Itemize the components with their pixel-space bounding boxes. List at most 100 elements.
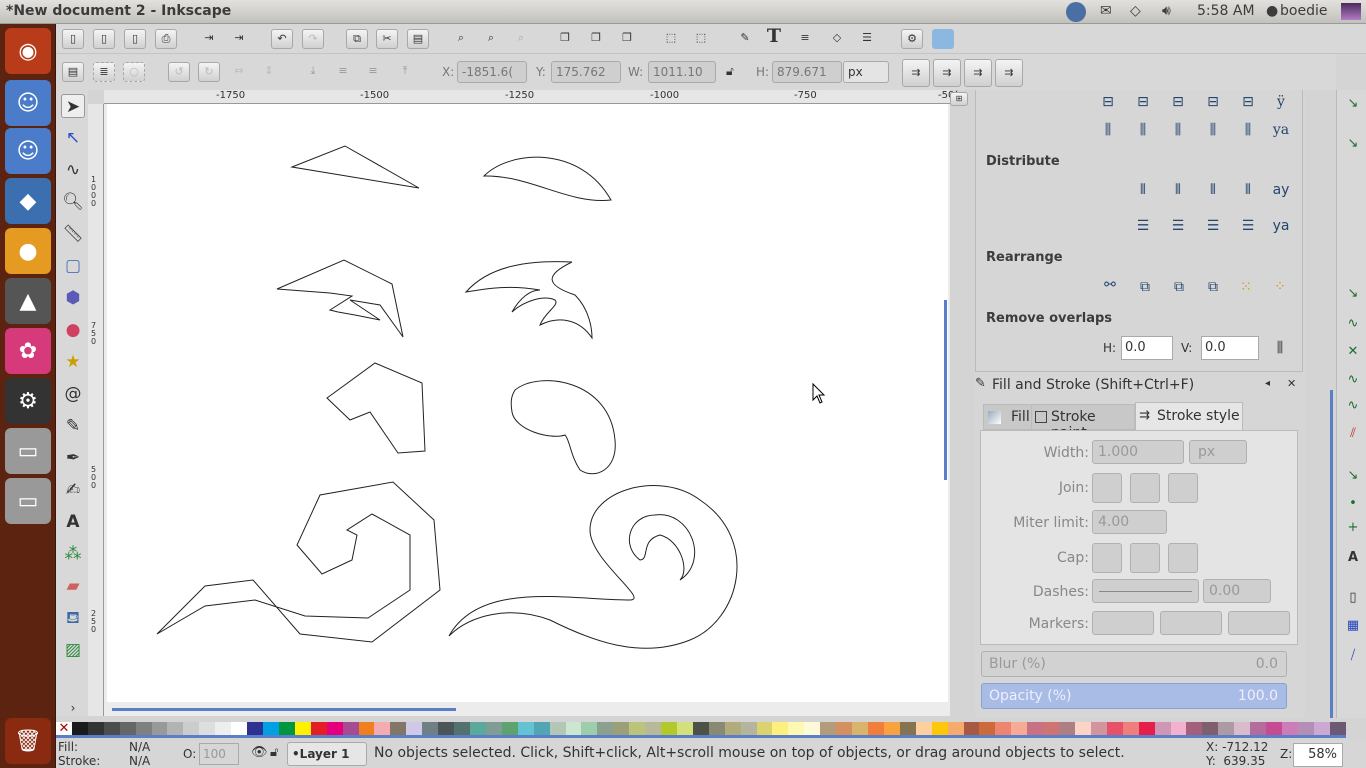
zoom-field[interactable]: 58% xyxy=(1293,743,1343,767)
dash-offset-field[interactable]: 0.00 xyxy=(1203,579,1271,603)
snap-paths-icon[interactable]: ∿ xyxy=(1343,316,1363,336)
color-swatch[interactable] xyxy=(740,722,757,735)
x-field[interactable]: -1851.6( xyxy=(457,61,527,83)
color-swatch[interactable] xyxy=(326,722,343,735)
scale-corners-icon[interactable]: ⇉ xyxy=(933,59,961,87)
color-swatch[interactable] xyxy=(390,722,407,735)
color-swatch[interactable] xyxy=(549,722,566,735)
color-swatch[interactable] xyxy=(883,722,900,735)
spiral-tool-icon[interactable]: @ xyxy=(61,382,85,406)
align-distribute-icon[interactable]: ☰ xyxy=(856,29,878,49)
text-tool-icon[interactable]: A xyxy=(61,510,85,534)
copy-icon[interactable]: ⧉ xyxy=(346,29,368,49)
color-swatch[interactable] xyxy=(119,722,136,735)
fill-value[interactable]: N/A xyxy=(129,740,150,754)
deselect-icon[interactable]: ○ xyxy=(123,62,145,82)
color-swatch[interactable] xyxy=(533,722,550,735)
color-swatch[interactable] xyxy=(724,722,741,735)
measure-tool-icon[interactable]: 📏︎ xyxy=(61,222,85,246)
align-icon[interactable]: ⊟ xyxy=(1236,90,1260,114)
remove-overlaps-icon[interactable]: ⫼ xyxy=(1268,336,1292,360)
color-swatch[interactable] xyxy=(438,722,455,735)
mid-marker-select[interactable] xyxy=(1160,611,1222,635)
align-text-icon[interactable]: ya xyxy=(1269,118,1293,142)
zoom-page-icon[interactable]: ⌕ xyxy=(510,29,532,49)
color-swatch[interactable] xyxy=(1186,722,1203,735)
color-swatch[interactable] xyxy=(931,722,948,735)
blur-slider[interactable]: Blur (%) 0.0 xyxy=(981,651,1287,677)
drive-icon[interactable]: ▭ xyxy=(5,478,51,524)
color-swatch[interactable] xyxy=(215,722,232,735)
tab-stroke-style[interactable]: ⇉ Stroke style xyxy=(1135,402,1243,430)
tweak-tool-icon[interactable]: ∿ xyxy=(61,158,85,182)
join-round-button[interactable] xyxy=(1130,473,1160,503)
vertical-scrollbar[interactable] xyxy=(944,300,947,480)
color-swatch[interactable] xyxy=(358,722,375,735)
join-bevel-button[interactable] xyxy=(1168,473,1198,503)
gradient-tool-icon[interactable]: ▨ xyxy=(61,638,85,662)
snap-cusp-icon[interactable]: ∿ xyxy=(1343,372,1363,392)
exchange-icon[interactable]: ⧉ xyxy=(1167,275,1191,299)
snap-enable-icon[interactable]: ↘ xyxy=(1343,96,1363,116)
finder-icon[interactable]: ☺ xyxy=(5,80,51,126)
select-all-icon[interactable]: ▤ xyxy=(62,62,84,82)
transform-patterns-icon[interactable]: ⇉ xyxy=(995,59,1023,87)
pen-tool-icon[interactable]: ✒ xyxy=(61,446,85,470)
color-swatch[interactable] xyxy=(899,722,916,735)
snap-intersection-icon[interactable]: ✕ xyxy=(1343,344,1363,364)
flip-vertical-icon[interactable]: ⇕ xyxy=(258,62,280,82)
h-gap-field[interactable]: 0.0 xyxy=(1121,336,1173,360)
width-field[interactable]: 1.000 xyxy=(1092,440,1184,464)
color-swatch[interactable] xyxy=(1170,722,1187,735)
color-swatch[interactable] xyxy=(1297,722,1314,735)
align-icon[interactable]: ⊟ xyxy=(1131,90,1155,114)
color-swatch[interactable] xyxy=(87,722,104,735)
import-icon[interactable]: ⇥ xyxy=(198,29,220,49)
ungroup-icon[interactable]: ⬚ xyxy=(690,29,712,49)
fill-stroke-icon[interactable]: ✎ xyxy=(734,29,756,49)
color-swatch[interactable] xyxy=(103,722,120,735)
dock-close-icon[interactable]: ✕ xyxy=(1287,377,1296,390)
color-swatch[interactable] xyxy=(1027,722,1044,735)
3dbox-tool-icon[interactable]: ⬢ xyxy=(61,286,85,310)
snap-bbox-icon[interactable]: ↘ xyxy=(1343,136,1363,156)
lock-icon[interactable]: 🔓︎ xyxy=(726,64,734,79)
color-swatch[interactable] xyxy=(708,722,725,735)
align-icon[interactable]: ⫼ xyxy=(1096,118,1120,142)
align-icon[interactable]: ⊟ xyxy=(1166,90,1190,114)
wifi-icon[interactable]: ◇ xyxy=(1130,3,1141,19)
color-swatch[interactable] xyxy=(868,722,884,735)
color-swatch[interactable] xyxy=(565,722,582,735)
color-swatch[interactable] xyxy=(979,722,996,735)
lower-bottom-icon[interactable]: ⤓ xyxy=(302,62,324,82)
export-icon[interactable]: ⇥ xyxy=(228,29,250,49)
transform-gradients-icon[interactable]: ⇉ xyxy=(964,59,992,87)
color-swatch[interactable] xyxy=(676,722,693,735)
color-swatch[interactable] xyxy=(517,722,534,735)
color-swatch[interactable] xyxy=(820,722,837,735)
color-swatch[interactable] xyxy=(231,722,248,735)
color-swatch[interactable] xyxy=(1122,722,1139,735)
rotate-ccw-icon[interactable]: ↺ xyxy=(168,62,190,82)
color-swatch[interactable] xyxy=(1075,722,1091,735)
snap-nodes-icon[interactable]: ↘ xyxy=(1343,286,1363,306)
no-paint-swatch[interactable]: ✕ xyxy=(56,722,72,736)
randomize-icon[interactable]: ⁙ xyxy=(1234,275,1258,299)
color-swatch[interactable] xyxy=(199,722,216,735)
flip-horizontal-icon[interactable]: ⇔ xyxy=(228,62,250,82)
color-swatch[interactable] xyxy=(1043,722,1060,735)
color-swatch[interactable] xyxy=(294,722,311,735)
clone-icon[interactable]: ❐ xyxy=(585,29,607,49)
group-icon[interactable]: ⬚ xyxy=(660,29,682,49)
calligraphy-tool-icon[interactable]: ✍ xyxy=(61,478,85,502)
w-field[interactable]: 1011.10 xyxy=(648,61,716,83)
layers-icon[interactable]: ≡ xyxy=(794,29,816,49)
color-swatch[interactable] xyxy=(406,722,423,735)
align-icon[interactable]: ⫼ xyxy=(1201,118,1225,142)
color-swatch[interactable] xyxy=(1059,722,1075,735)
new-icon[interactable]: ▯ xyxy=(62,29,84,49)
color-swatch[interactable] xyxy=(613,722,630,735)
stroke-value[interactable]: N/A xyxy=(129,754,150,768)
distribute-text-icon[interactable]: ay xyxy=(1269,178,1293,202)
rotate-cw-icon[interactable]: ↻ xyxy=(198,62,220,82)
